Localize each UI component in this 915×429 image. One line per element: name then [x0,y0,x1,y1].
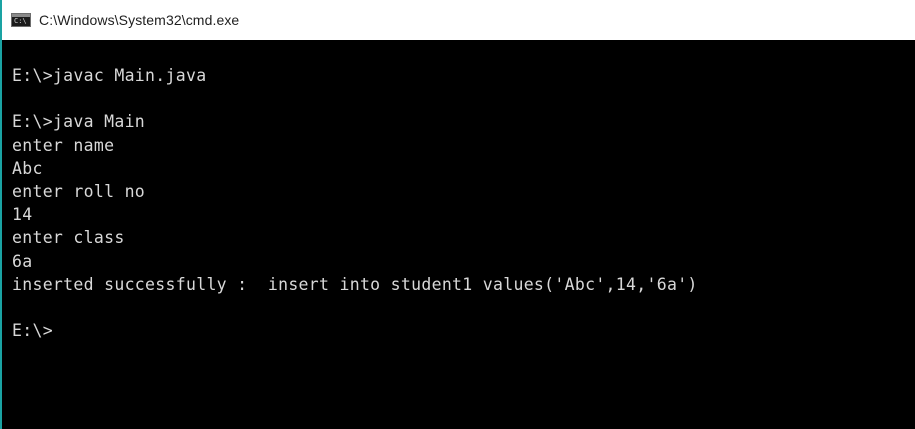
console-line: enter name [12,135,115,155]
console-line: Abc [12,158,43,178]
console-line: inserted successfully : insert into stud… [12,274,698,294]
cmd-window: C:\ C:\Windows\System32\cmd.exe E:\>java… [0,0,915,429]
console-line: E:\>javac Main.java [12,66,207,85]
console-output[interactable]: E:\>javac Main.java E:\>java Main enter … [2,40,915,429]
cmd-console-icon: C:\ [11,13,31,27]
console-line: enter class [12,228,125,248]
console-line: E:\>java Main [12,112,146,132]
console-line: enter roll no [12,181,146,201]
window-title: C:\Windows\System32\cmd.exe [39,12,240,28]
console-line: 6a [12,251,33,271]
title-bar[interactable]: C:\ C:\Windows\System32\cmd.exe [2,0,915,40]
console-prompt-line[interactable]: E:\> [12,319,915,342]
console-line: 14 [12,205,33,225]
